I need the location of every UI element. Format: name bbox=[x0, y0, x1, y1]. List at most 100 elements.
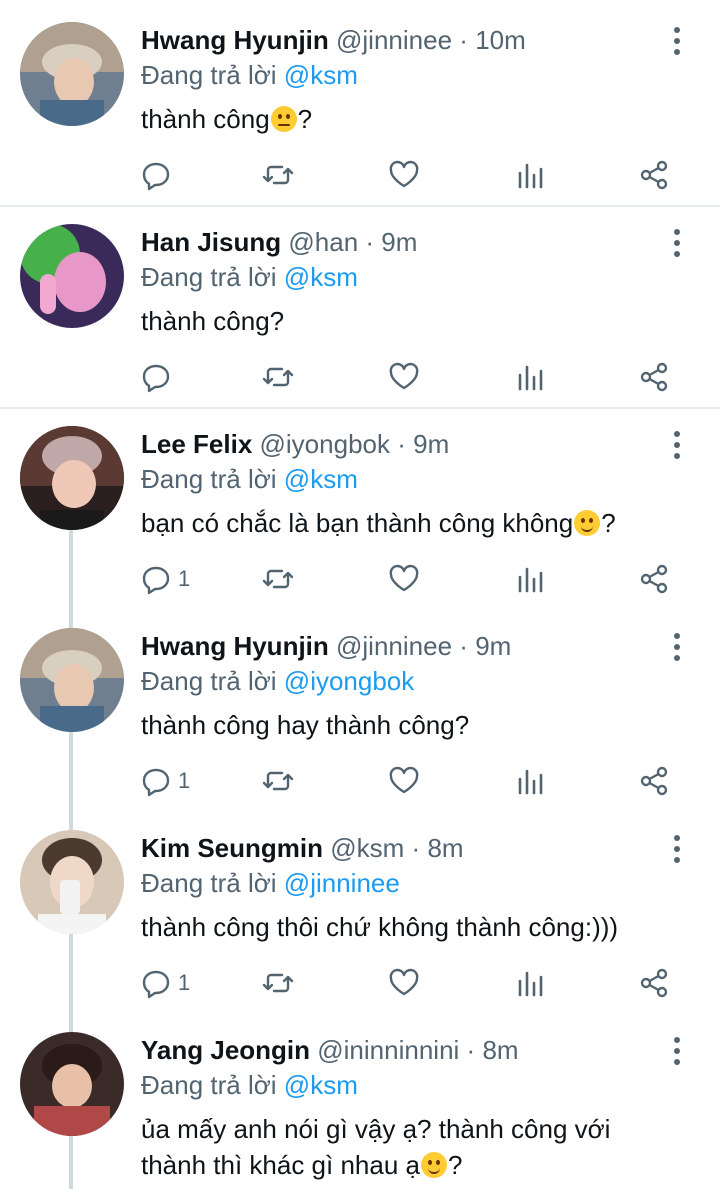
tweet-text-main: thành công? bbox=[141, 306, 285, 336]
tweet[interactable]: Kim Seungmin @ksm · 8m Đang trả lời @jin… bbox=[0, 813, 720, 1015]
retweet-button[interactable] bbox=[262, 155, 294, 195]
share-icon bbox=[640, 968, 668, 998]
reply-button[interactable]: 1 bbox=[140, 761, 190, 801]
tweet[interactable]: Lee Felix @iyongbok · 9m Đang trả lời @k… bbox=[0, 409, 720, 611]
handle[interactable]: @jinninee bbox=[336, 631, 452, 661]
display-name[interactable]: Lee Felix bbox=[141, 429, 252, 459]
separator: · bbox=[397, 429, 406, 459]
handle[interactable]: @han bbox=[288, 227, 358, 257]
tweet-text: thành công? bbox=[141, 101, 701, 137]
retweet-icon bbox=[262, 569, 294, 589]
more-options-icon[interactable] bbox=[669, 632, 685, 662]
mention-link[interactable]: @ksm bbox=[284, 60, 358, 90]
analytics-button[interactable] bbox=[515, 963, 547, 1003]
handle[interactable]: @ksm bbox=[330, 833, 404, 863]
avatar[interactable] bbox=[20, 224, 124, 328]
share-button[interactable] bbox=[638, 155, 670, 195]
like-button[interactable] bbox=[388, 761, 420, 801]
tweet-text: ủa mấy anh nói gì vậy ạ? thành công với … bbox=[141, 1111, 661, 1183]
tweet-header: Han Jisung @han · 9m bbox=[141, 226, 417, 258]
analytics-button[interactable] bbox=[515, 761, 547, 801]
mention-link[interactable]: @ksm bbox=[284, 1070, 358, 1100]
more-options-icon[interactable] bbox=[669, 834, 685, 864]
like-button[interactable] bbox=[388, 559, 420, 599]
replying-to: Đang trả lời @jinninee bbox=[141, 867, 400, 899]
heart-icon bbox=[389, 362, 419, 390]
analytics-button[interactable] bbox=[515, 357, 547, 397]
share-button[interactable] bbox=[638, 357, 670, 397]
tweet-text: bạn có chắc là bạn thành công không? bbox=[141, 505, 701, 541]
analytics-button[interactable] bbox=[515, 155, 547, 195]
mention-link[interactable]: @jinninee bbox=[284, 868, 400, 898]
avatar[interactable] bbox=[20, 1032, 124, 1136]
tweet-text-main: thành công bbox=[141, 104, 270, 134]
timestamp[interactable]: 10m bbox=[475, 25, 526, 55]
tweet-text: thành công hay thành công? bbox=[141, 707, 701, 743]
timestamp[interactable]: 9m bbox=[381, 227, 417, 257]
more-options-icon[interactable] bbox=[669, 1036, 685, 1066]
avatar[interactable] bbox=[20, 22, 124, 126]
retweet-button[interactable] bbox=[262, 357, 294, 397]
share-icon bbox=[640, 160, 668, 190]
tweet[interactable]: Han Jisung @han · 9m Đang trả lời @ksm t… bbox=[0, 207, 720, 407]
reply-icon bbox=[142, 970, 170, 999]
reply-button[interactable]: 1 bbox=[140, 963, 190, 1003]
share-button[interactable] bbox=[638, 559, 670, 599]
reply-icon bbox=[142, 162, 170, 191]
avatar[interactable] bbox=[20, 426, 124, 530]
handle[interactable]: @ininninnini bbox=[317, 1035, 459, 1065]
timestamp[interactable]: 8m bbox=[482, 1035, 518, 1065]
avatar[interactable] bbox=[20, 628, 124, 732]
share-button[interactable] bbox=[638, 761, 670, 801]
share-button[interactable] bbox=[638, 963, 670, 1003]
tweet-text-main: thành công hay thành công? bbox=[141, 710, 470, 740]
reply-icon bbox=[142, 566, 170, 595]
slightly-smiling-face-icon bbox=[421, 1152, 447, 1178]
handle[interactable]: @iyongbok bbox=[260, 429, 390, 459]
mention-link[interactable]: @iyongbok bbox=[284, 666, 414, 696]
display-name[interactable]: Hwang Hyunjin bbox=[141, 25, 329, 55]
retweet-button[interactable] bbox=[262, 559, 294, 599]
tweet-header: Lee Felix @iyongbok · 9m bbox=[141, 428, 449, 460]
tweet-text-tail: ? bbox=[601, 508, 616, 538]
timestamp[interactable]: 9m bbox=[475, 631, 511, 661]
tweet[interactable]: Yang Jeongin @ininninnini · 8m Đang trả … bbox=[0, 1015, 720, 1189]
action-bar: 1 bbox=[140, 963, 680, 1003]
like-button[interactable] bbox=[388, 155, 420, 195]
heart-icon bbox=[389, 766, 419, 794]
timestamp[interactable]: 8m bbox=[427, 833, 463, 863]
like-button[interactable] bbox=[388, 963, 420, 1003]
analytics-icon bbox=[518, 365, 543, 391]
reply-button[interactable] bbox=[140, 357, 172, 397]
display-name[interactable]: Kim Seungmin bbox=[141, 833, 323, 863]
avatar-image bbox=[20, 426, 124, 530]
share-icon bbox=[640, 766, 668, 796]
tweet[interactable]: Hwang Hyunjin @jinninee · 10m Đang trả l… bbox=[0, 0, 720, 205]
mention-link[interactable]: @ksm bbox=[284, 464, 358, 494]
retweet-button[interactable] bbox=[262, 963, 294, 1003]
reply-icon bbox=[142, 364, 170, 393]
display-name[interactable]: Hwang Hyunjin bbox=[141, 631, 329, 661]
handle[interactable]: @jinninee bbox=[336, 25, 452, 55]
analytics-icon bbox=[518, 163, 543, 189]
tweet-header: Hwang Hyunjin @jinninee · 9m bbox=[141, 630, 511, 662]
timestamp[interactable]: 9m bbox=[413, 429, 449, 459]
replying-to: Đang trả lời @ksm bbox=[141, 261, 358, 293]
reply-button[interactable]: 1 bbox=[140, 559, 190, 599]
tweet-header: Yang Jeongin @ininninnini · 8m bbox=[141, 1034, 519, 1066]
retweet-button[interactable] bbox=[262, 761, 294, 801]
analytics-button[interactable] bbox=[515, 559, 547, 599]
more-options-icon[interactable] bbox=[669, 228, 685, 258]
tweet-text: thành công? bbox=[141, 303, 701, 339]
more-options-icon[interactable] bbox=[669, 430, 685, 460]
separator: · bbox=[365, 227, 375, 257]
more-options-icon[interactable] bbox=[669, 26, 685, 56]
tweet-text-main: thành công thôi chứ không thành công:))) bbox=[141, 912, 619, 942]
like-button[interactable] bbox=[388, 357, 420, 397]
display-name[interactable]: Han Jisung bbox=[141, 227, 281, 257]
tweet[interactable]: Hwang Hyunjin @jinninee · 9m Đang trả lờ… bbox=[0, 611, 720, 813]
mention-link[interactable]: @ksm bbox=[284, 262, 358, 292]
avatar[interactable] bbox=[20, 830, 124, 934]
display-name[interactable]: Yang Jeongin bbox=[141, 1035, 310, 1065]
reply-button[interactable] bbox=[140, 155, 172, 195]
